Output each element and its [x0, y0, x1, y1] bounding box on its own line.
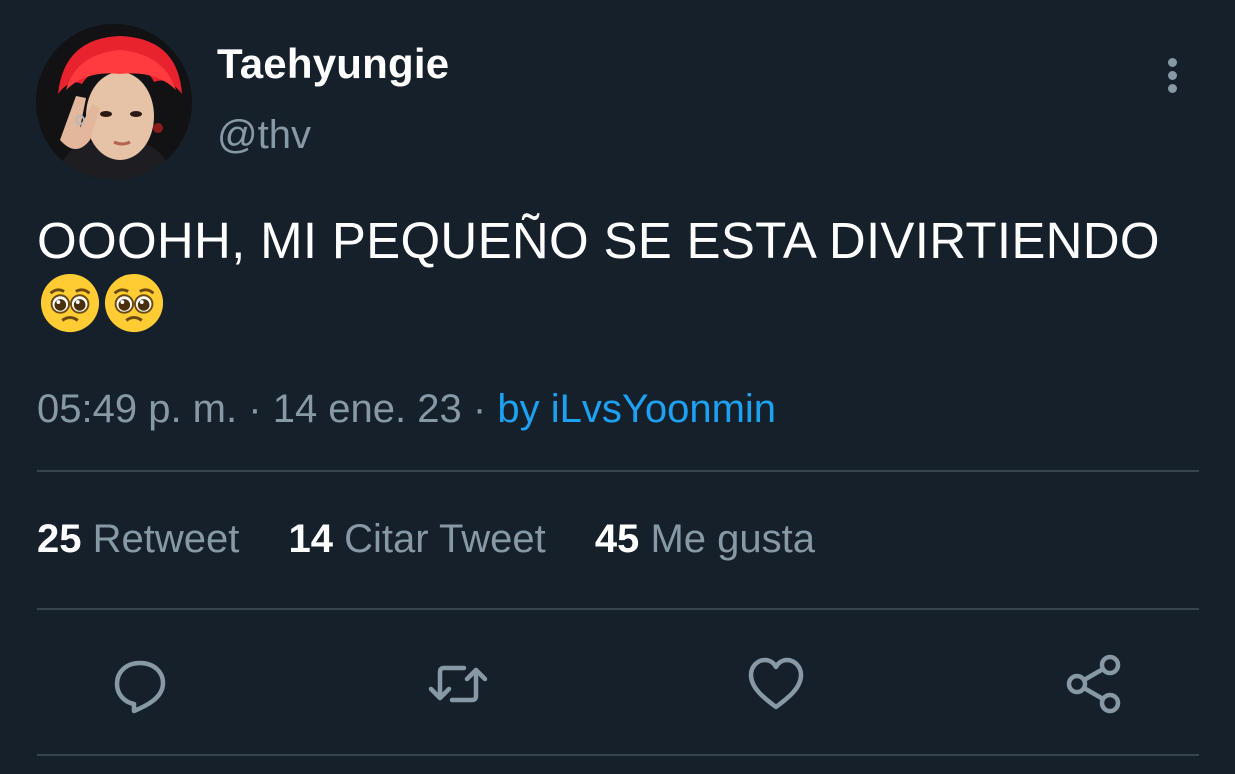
divider [37, 608, 1199, 610]
quote-count-label: Citar Tweet [344, 517, 546, 561]
avatar[interactable] [36, 24, 192, 180]
divider [37, 754, 1199, 756]
share-icon[interactable] [1064, 654, 1124, 714]
meta-separator: · [472, 387, 487, 431]
tweet-source-link[interactable]: by iLvsYoonmin [497, 387, 776, 431]
like-count-number: 45 [594, 517, 640, 561]
display-name[interactable]: Taehyungie [217, 40, 449, 88]
divider [37, 470, 1199, 472]
pleading-face-emoji [39, 272, 101, 334]
retweet-count-number: 25 [37, 517, 82, 561]
user-handle[interactable]: @thv [217, 113, 311, 158]
quote-count[interactable]: 14 Citar Tweet [289, 517, 546, 561]
more-options-icon[interactable] [1158, 56, 1186, 96]
retweet-count-label: Retweet [92, 517, 240, 561]
tweet-text: OOOHH, MI PEQUEÑO SE ESTA DIVIRTIENDO [37, 210, 1187, 334]
meta-separator: · [248, 387, 262, 431]
quote-count-number: 14 [288, 517, 334, 561]
tweet-stats: 25 Retweet 14 Citar Tweet 45 Me gusta [37, 517, 853, 562]
like-count-label: Me gusta [650, 517, 815, 561]
reply-icon[interactable] [110, 654, 170, 714]
retweet-count[interactable]: 25 Retweet [37, 517, 239, 561]
tweet-date[interactable]: 14 ene. 23 [273, 387, 462, 431]
tweet-time[interactable]: 05:49 p. m. [37, 387, 237, 431]
tweet-meta: 05:49 p. m. · 14 ene. 23 · by iLvsYoonmi… [37, 387, 776, 432]
tweet-body: OOOHH, MI PEQUEÑO SE ESTA DIVIRTIENDO [37, 212, 1160, 269]
retweet-icon[interactable] [428, 654, 488, 714]
like-count[interactable]: 45 Me gusta [595, 517, 815, 561]
pleading-face-emoji [103, 272, 165, 334]
like-icon[interactable] [746, 654, 806, 714]
